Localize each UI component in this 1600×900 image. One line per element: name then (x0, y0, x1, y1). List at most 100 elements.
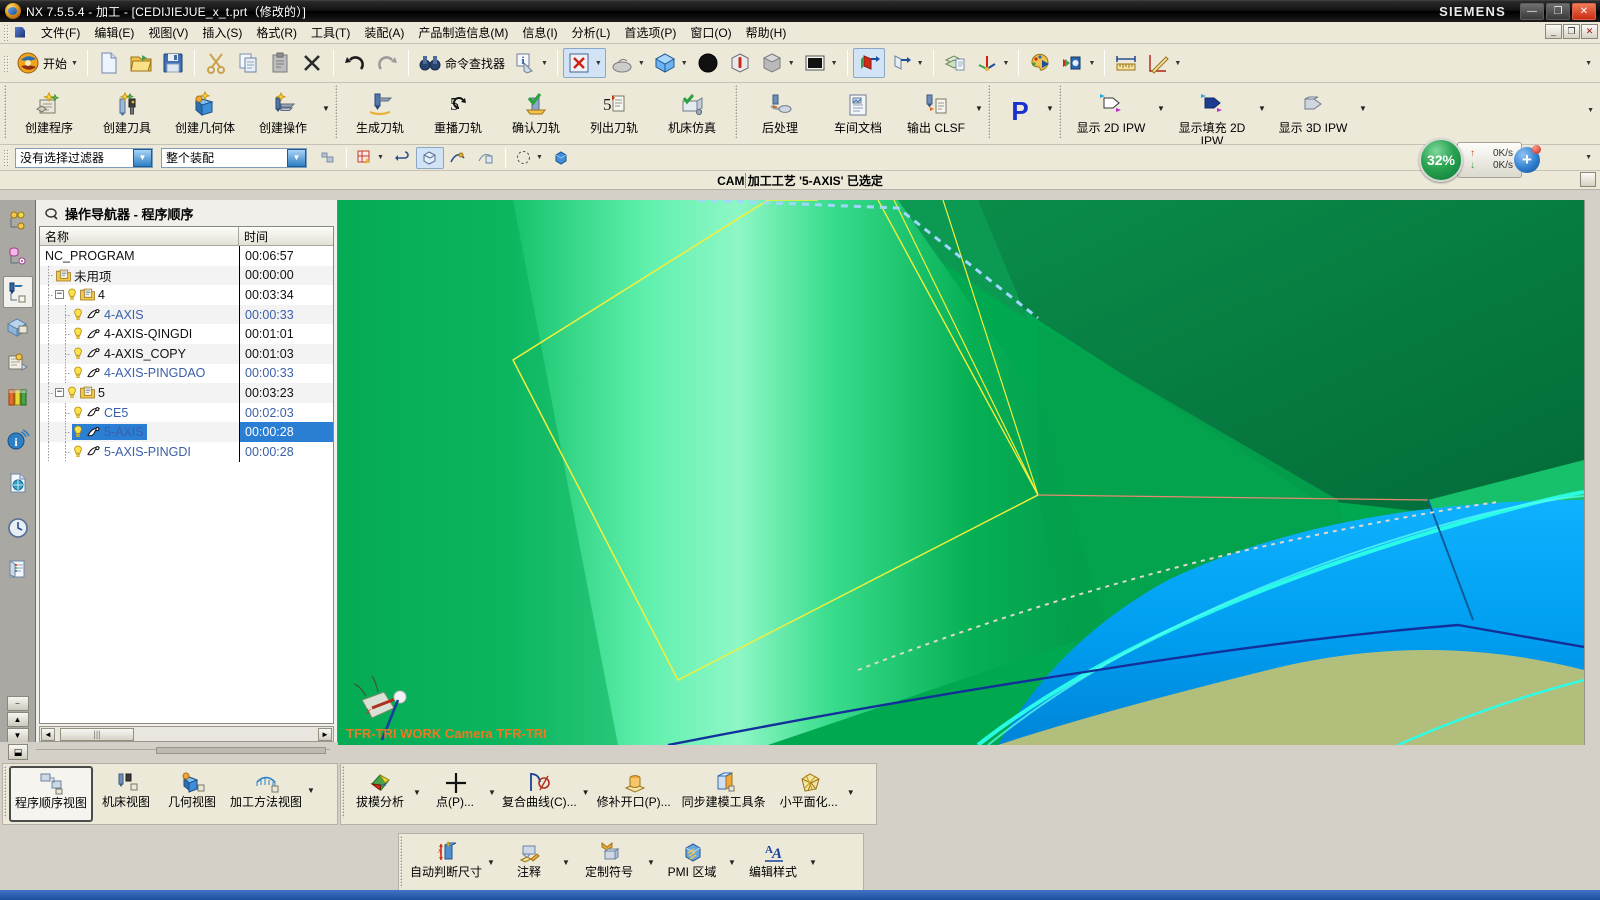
sidebar-item-internet-explorer[interactable]: i (3, 424, 33, 456)
table-row[interactable]: CE5 00:02:03 (40, 402, 333, 423)
pmi-toolbar-grip[interactable] (400, 836, 402, 888)
network-speed-gadget[interactable]: 32% ↑ 0K/s ↓ 0K/s + (1418, 138, 1541, 182)
assembly-filter-button[interactable] (547, 147, 575, 169)
transparency-button[interactable]: ▼ (756, 48, 799, 78)
navigator-horizontal-scrollbar[interactable]: ◄ ||| ► (39, 726, 334, 742)
new-file-button[interactable] (93, 48, 125, 78)
menu-tools[interactable]: 工具(T) (304, 22, 357, 43)
create-geometry-button[interactable]: 创建几何体 (166, 86, 244, 142)
navigator-scroll-right-button[interactable]: ► (318, 727, 332, 741)
filterbar-overflow-caret-icon[interactable]: ▼ (1585, 154, 1592, 161)
create-program-button[interactable]: 创建程序 (10, 86, 88, 142)
replay-toolpath-button[interactable]: 5 重播刀轨 (419, 86, 497, 142)
ribbon-grip-2[interactable] (335, 85, 337, 139)
sidebar-item-part-navigator[interactable] (3, 241, 33, 273)
select-solid-button[interactable] (415, 146, 444, 169)
menu-analysis[interactable]: 分析(L) (565, 22, 618, 43)
ribbon-grip-3[interactable] (735, 85, 737, 139)
select-curve-button[interactable] (444, 147, 472, 169)
measure-angle-button[interactable]: ▼ (1142, 48, 1185, 78)
sidebar-item-roles[interactable] (3, 346, 33, 378)
navigator-split-thumb[interactable] (156, 746, 326, 754)
table-row[interactable]: 4-AXIS_COPY 00:01:03 (40, 343, 333, 364)
sidebar-item-web-browser[interactable] (3, 553, 33, 585)
view-toolbar-overflow-caret-icon[interactable]: ▼ (307, 786, 316, 795)
navigator-collapse-button[interactable]: ⬓ (8, 744, 28, 760)
create-operation-button[interactable]: 创建操作 (244, 86, 322, 142)
show-filled-2d-ipw-button[interactable]: 显示填充 2D IPW (1166, 86, 1258, 144)
menu-help[interactable]: 帮助(H) (739, 22, 794, 43)
composite-curve-button[interactable]: 复合曲线(C)... (497, 766, 582, 822)
navigator-row-name-cell[interactable]: 4-AXIS_COPY (40, 344, 239, 364)
table-row[interactable]: 5-AXIS 00:00:28 (40, 422, 333, 442)
window-minimize-button[interactable]: — (1520, 2, 1544, 20)
wcs-dynamic-button[interactable] (852, 48, 885, 78)
background-color-button[interactable]: ▼ (799, 48, 842, 78)
orient-view-button[interactable]: ▼ (649, 48, 692, 78)
inferred-dimension-caret-icon[interactable]: ▼ (487, 858, 496, 867)
navigator-row-name-cell[interactable]: − 4 (40, 285, 239, 305)
show-3d-ipw-caret-icon[interactable]: ▼ (1359, 104, 1368, 113)
table-row[interactable]: NC_PROGRAM 00:06:57 (40, 246, 333, 266)
machining-method-view-button[interactable]: 加工方法视图 (225, 766, 307, 822)
table-row[interactable]: 4-AXIS-QINGDI 00:01:01 (40, 324, 333, 344)
save-file-button[interactable] (157, 48, 189, 78)
planarize-button[interactable]: 小平面化... (771, 766, 847, 822)
edit-style-caret-icon[interactable]: ▼ (809, 858, 818, 867)
ribbon-grip-5[interactable] (1059, 85, 1061, 139)
navigator-row-name-cell[interactable]: 未用项 (40, 265, 239, 286)
generate-toolpath-button[interactable]: 生成刀轨 (341, 86, 419, 142)
pmi-region-caret-icon[interactable]: ▼ (728, 858, 737, 867)
menubar-grip[interactable] (3, 24, 10, 41)
machine-tool-view-button[interactable]: 机床视图 (93, 766, 159, 822)
graphics-viewport[interactable]: x TFR-TRI WORK Camera TFR-TRI (338, 200, 1584, 745)
output-clsf-button[interactable]: 输出 CLSF (897, 86, 975, 142)
list-toolpath-button[interactable]: 5 列出刀轨 (575, 86, 653, 142)
sidebar-item-history-clock[interactable] (3, 512, 33, 544)
navigator-row-name-cell[interactable]: 5-AXIS-PINGDI (40, 442, 239, 462)
custom-symbol-caret-icon[interactable]: ▼ (647, 858, 656, 867)
postprocess-button[interactable]: 后处理 (741, 86, 819, 142)
ribbon-grip-4[interactable] (988, 85, 990, 139)
navigator-scroll-left-button[interactable]: ◄ (41, 727, 55, 741)
gadget-add-button[interactable]: + (1514, 145, 1541, 173)
resource-bar-collapse-button[interactable]: ⎯ (6, 696, 29, 711)
command-finder-button[interactable]: 命令查找器 (414, 48, 509, 78)
document-restore-button[interactable]: ❐ (1563, 24, 1580, 39)
select-face-button[interactable] (472, 147, 500, 169)
sidebar-item-reuse-library[interactable] (3, 311, 33, 343)
ribbon-grip-1[interactable] (4, 85, 6, 139)
pan-zoom-button[interactable]: ▼ (606, 48, 649, 78)
view-toolbar-grip[interactable] (4, 766, 6, 818)
navigator-row-name-cell[interactable]: 4-AXIS-QINGDI (40, 324, 239, 344)
sidebar-item-assembly-navigator[interactable] (3, 206, 33, 238)
select-region-button[interactable]: ▼ (511, 147, 547, 169)
custom-symbol-button[interactable]: 定制符号 (571, 836, 647, 892)
navigator-row-name-cell[interactable]: CE5 (40, 403, 239, 423)
parallel-generate-button[interactable]: P (994, 86, 1046, 142)
resource-bar-scroll-down-button[interactable]: ▼ (6, 728, 29, 743)
program-order-view-button[interactable]: 程序顺序视图 (9, 766, 94, 822)
reverse-direction-button[interactable] (388, 147, 416, 169)
menu-insert[interactable]: 插入(S) (195, 22, 249, 43)
resource-bar-scroll-up-button[interactable]: ▲ (6, 712, 29, 727)
navigator-scroll-thumb[interactable]: ||| (60, 727, 134, 741)
menu-file[interactable]: 文件(F) (34, 22, 87, 43)
shading-style-button[interactable] (692, 48, 724, 78)
planarize-caret-icon[interactable]: ▼ (847, 788, 856, 797)
copy-button[interactable] (232, 48, 264, 78)
toolbar-overflow-caret-icon[interactable]: ▼ (1585, 60, 1592, 67)
point-caret-icon[interactable]: ▼ (488, 788, 497, 797)
table-row[interactable]: 4-AXIS-PINGDAO 00:00:33 (40, 363, 333, 384)
scope-chevron-down-icon[interactable]: ▼ (287, 148, 306, 167)
note-button[interactable]: 注释 (496, 836, 562, 892)
info-button[interactable]: i ▼ (509, 48, 552, 78)
edit-style-button[interactable]: A A 编辑样式 (737, 836, 809, 892)
standard-toolbar-grip[interactable] (3, 54, 10, 72)
output-group-overflow-caret-icon[interactable]: ▼ (975, 104, 984, 113)
navigator-row-name-cell[interactable]: 5-AXIS (40, 422, 239, 442)
analysis-toolbar-grip[interactable] (342, 766, 344, 818)
selection-filter-combo[interactable]: 没有选择过滤器 ▼ (15, 147, 153, 168)
parallel-group-overflow-caret-icon[interactable]: ▼ (1046, 104, 1055, 113)
navigator-row-name-cell[interactable]: NC_PROGRAM (40, 246, 239, 266)
